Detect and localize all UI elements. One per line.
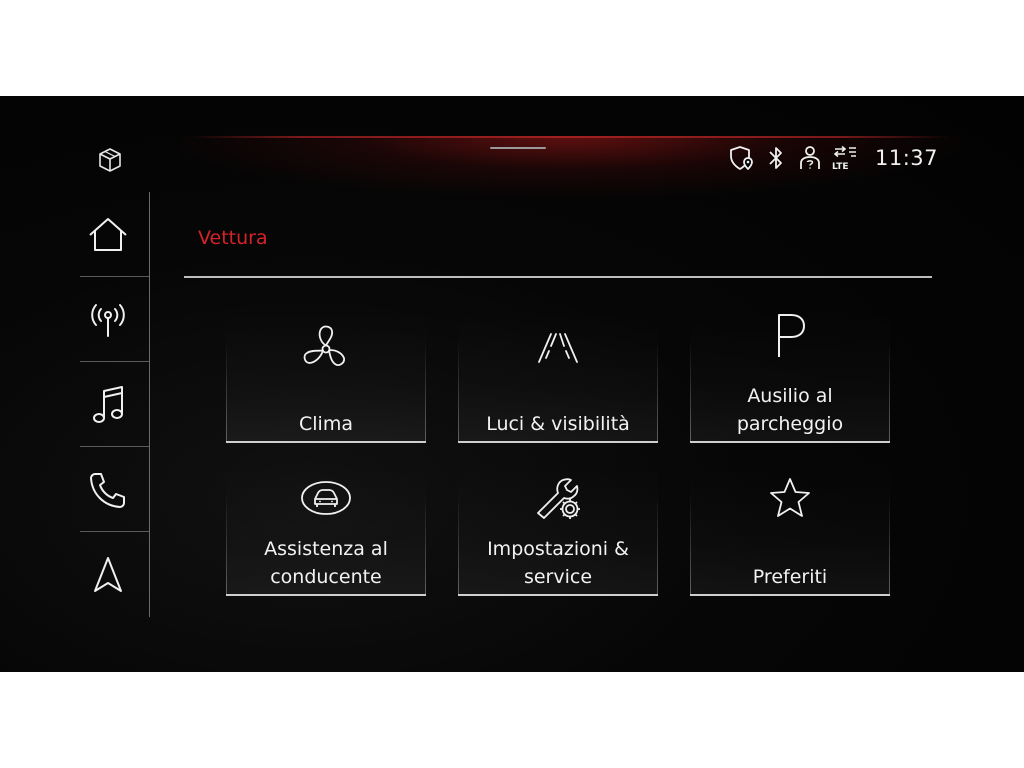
title-divider bbox=[184, 276, 932, 278]
top-accent-line bbox=[190, 136, 950, 138]
phone-icon bbox=[89, 472, 125, 508]
tile-label: Preferiti bbox=[752, 566, 828, 588]
home-icon bbox=[88, 217, 127, 251]
bluetooth-icon[interactable] bbox=[759, 144, 793, 172]
tile-ausilio-parcheggio[interactable]: Ausilio al parcheggio bbox=[690, 310, 890, 443]
cube-icon[interactable] bbox=[96, 146, 124, 174]
tile-assistenza-conducente[interactable]: Assistenza al conducente bbox=[226, 463, 426, 596]
tile-clima[interactable]: Clima bbox=[226, 310, 426, 443]
sidebar-item-media[interactable] bbox=[66, 362, 150, 447]
menu-grid: Clima Luci & visibilità Ausilio al parch… bbox=[226, 310, 892, 596]
music-icon bbox=[92, 385, 123, 423]
user-help-icon[interactable] bbox=[793, 144, 827, 172]
tile-label: Ausilio al parcheggio bbox=[736, 385, 844, 435]
tile-impostazioni-service[interactable]: Impostazioni & service bbox=[458, 463, 658, 596]
tile-label: Clima bbox=[299, 413, 353, 435]
sidebar bbox=[66, 192, 150, 618]
road-lights-icon bbox=[538, 333, 578, 363]
wrench-gear-icon bbox=[537, 478, 580, 519]
tile-preferiti[interactable]: Preferiti bbox=[690, 463, 890, 596]
sidebar-item-home[interactable] bbox=[66, 192, 150, 277]
parking-icon bbox=[778, 314, 805, 357]
tile-label: Assistenza al conducente bbox=[264, 538, 388, 588]
sidebar-item-radio[interactable] bbox=[66, 277, 150, 362]
svg-text:LTE: LTE bbox=[832, 162, 849, 172]
lte-signal-icon: LTE bbox=[827, 144, 861, 172]
navigation-icon bbox=[93, 556, 122, 592]
tile-label: Impostazioni & service bbox=[487, 538, 629, 588]
infotainment-screen: LTE 11:37 Vettura Clima Luci & visibilit… bbox=[0, 96, 1024, 672]
fan-icon bbox=[303, 325, 345, 366]
car-assist-icon bbox=[301, 481, 351, 515]
status-bar: LTE 11:37 bbox=[725, 144, 938, 172]
tile-label: Luci & visibilità bbox=[486, 413, 630, 435]
page-title: Vettura bbox=[198, 227, 268, 249]
pull-down-handle[interactable] bbox=[490, 147, 546, 149]
shield-location-icon[interactable] bbox=[725, 144, 759, 172]
star-icon bbox=[770, 478, 810, 517]
radio-icon bbox=[90, 303, 125, 337]
tile-luci-visibilita[interactable]: Luci & visibilità bbox=[458, 310, 658, 443]
clock: 11:37 bbox=[874, 146, 938, 170]
sidebar-item-phone[interactable] bbox=[66, 447, 150, 532]
sidebar-item-navigation[interactable] bbox=[66, 532, 150, 617]
